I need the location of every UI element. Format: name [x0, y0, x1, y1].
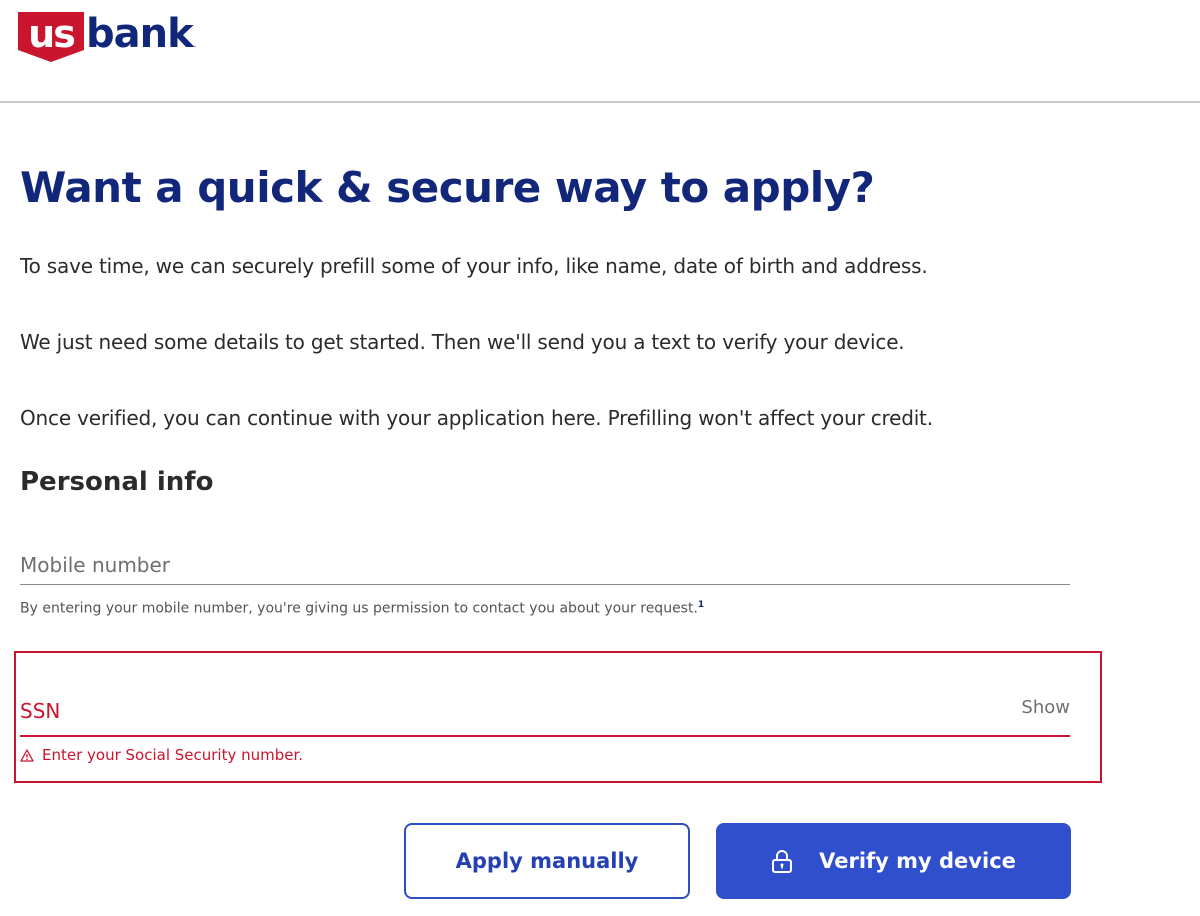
- ssn-field: Show: [20, 691, 1070, 737]
- logo-mark: .: [193, 40, 196, 49]
- warning-icon: [20, 748, 34, 762]
- mobile-help-text: By entering your mobile number, you're g…: [20, 600, 705, 617]
- header-divider: [0, 101, 1200, 103]
- page-title: Want a quick & secure way to apply?: [20, 163, 875, 212]
- footnote-link[interactable]: 1: [698, 600, 704, 610]
- intro-paragraph-1: To save time, we can securely prefill so…: [20, 254, 928, 278]
- logo-bank-text: bank.: [86, 11, 196, 57]
- lock-icon: [771, 849, 793, 873]
- ssn-error-container: Show Enter your Social Security number.: [14, 651, 1102, 783]
- show-ssn-toggle[interactable]: Show: [1021, 697, 1070, 718]
- verify-device-label: Verify my device: [819, 849, 1016, 873]
- section-title-personal-info: Personal info: [20, 467, 214, 497]
- ssn-input[interactable]: [20, 695, 980, 727]
- intro-paragraph-2: We just need some details to get started…: [20, 330, 905, 354]
- usbank-logo[interactable]: us bank.: [18, 11, 196, 64]
- ssn-error-message: Enter your Social Security number.: [20, 746, 303, 764]
- intro-paragraph-3: Once verified, you can continue with you…: [20, 406, 933, 430]
- apply-manually-button[interactable]: Apply manually: [404, 823, 690, 899]
- logo-shield: us: [18, 12, 84, 62]
- mobile-number-field: [20, 548, 1070, 585]
- logo-us-text: us: [28, 12, 76, 56]
- mobile-number-input[interactable]: [20, 548, 1070, 582]
- ssn-error-text: Enter your Social Security number.: [42, 746, 304, 764]
- verify-device-button[interactable]: Verify my device: [716, 823, 1071, 899]
